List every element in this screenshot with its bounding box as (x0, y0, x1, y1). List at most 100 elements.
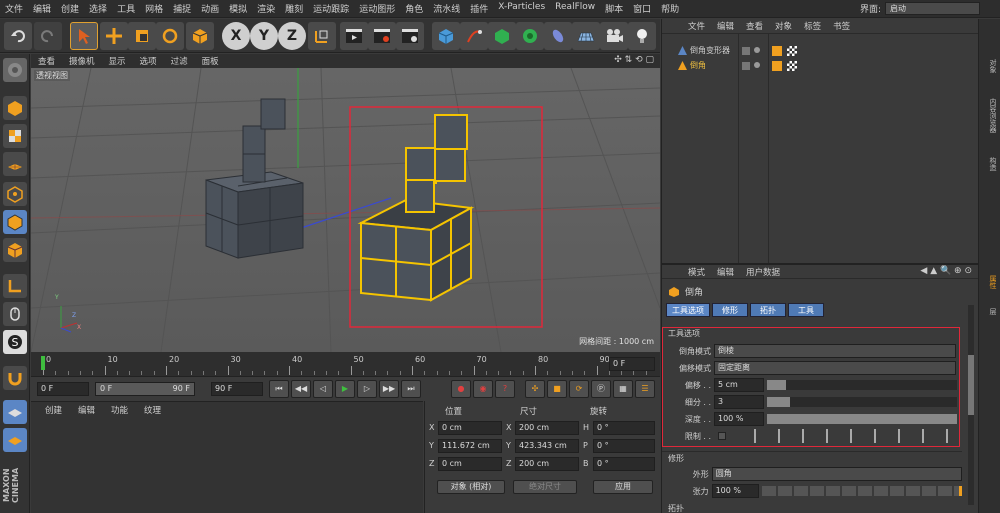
redo-icon[interactable] (34, 22, 62, 50)
tab-structure[interactable]: 构造 (982, 149, 998, 179)
menu-item[interactable]: 编辑 (28, 2, 56, 15)
menu-item[interactable]: 动画 (196, 2, 224, 15)
coord-position-field[interactable]: 0 cm (438, 457, 502, 471)
coord-mode-dropdown[interactable]: 对象 (相对) (437, 480, 505, 494)
edge-mode-icon[interactable] (3, 210, 27, 234)
tab-attributes[interactable]: 属性 (982, 267, 998, 297)
make-editable-icon[interactable] (3, 58, 27, 82)
object-menu-item[interactable]: 查看 (740, 20, 769, 32)
attribute-tab[interactable]: 修形 (712, 303, 748, 317)
cube-primitive-icon[interactable] (432, 22, 460, 50)
magnet-icon[interactable] (3, 366, 27, 390)
attribute-slider[interactable] (767, 397, 957, 407)
rotate-icon[interactable] (156, 22, 184, 50)
start-frame-field[interactable]: 0 F (37, 382, 89, 396)
object-name[interactable]: 倒角变形器 (690, 45, 730, 56)
tab-objects[interactable]: 对象 (982, 51, 998, 81)
object-name[interactable]: 倒角 (690, 60, 706, 71)
step-forward-icon[interactable]: ▷ (357, 380, 377, 398)
object-tag-checker-icon[interactable] (787, 61, 797, 71)
recent-tool-icon[interactable] (186, 22, 214, 50)
object-menu-item[interactable]: 书签 (827, 20, 856, 32)
attribute-menu-item[interactable]: 模式 (682, 266, 711, 278)
menu-item[interactable]: 渲染 (252, 2, 280, 15)
coord-position-field[interactable]: 0 cm (438, 421, 502, 435)
object-enable-checkmark[interactable] (754, 47, 760, 53)
play-icon[interactable]: ▶ (335, 380, 355, 398)
coord-size-field[interactable]: 200 cm (515, 457, 579, 471)
polygon-mode-icon[interactable] (3, 238, 27, 262)
undo-icon[interactable] (4, 22, 32, 50)
tab-content-browser[interactable]: 内容浏览器 (982, 85, 998, 145)
attribute-slider[interactable] (767, 414, 957, 424)
key-scale-icon[interactable]: ■ (547, 380, 567, 398)
spline-pen-icon[interactable] (460, 22, 488, 50)
model-mode-icon[interactable] (3, 96, 27, 120)
coord-rotation-field[interactable]: 0 ° (593, 439, 655, 453)
end-frame-field[interactable]: 90 F (211, 382, 263, 396)
object-tag-icon[interactable] (772, 61, 782, 71)
material-menu-item[interactable]: 纹理 (136, 404, 169, 416)
material-menu-item[interactable]: 功能 (103, 404, 136, 416)
coord-size-field[interactable]: 423.343 cm (515, 439, 579, 453)
limit-checkbox[interactable] (718, 432, 726, 440)
object-visibility-toggle[interactable] (742, 47, 750, 55)
menu-item[interactable]: 插件 (465, 2, 493, 15)
menu-item[interactable]: 捕捉 (168, 2, 196, 15)
menu-item[interactable]: RealFlow (550, 2, 600, 15)
move-icon[interactable] (100, 22, 128, 50)
viewport-menu-item[interactable]: 摄像机 (62, 55, 102, 67)
attribute-tab[interactable]: 工具 (788, 303, 824, 317)
prev-key-icon[interactable]: ◀◀ (291, 380, 311, 398)
object-enable-checkmark[interactable] (754, 62, 760, 68)
planar-workplane-icon[interactable] (3, 428, 27, 452)
attribute-menu-item[interactable]: 编辑 (711, 266, 740, 278)
menu-item[interactable]: 文件 (0, 2, 28, 15)
coord-rotation-field[interactable]: 0 ° (593, 457, 655, 471)
menu-item[interactable]: 流水线 (428, 2, 465, 15)
key-rotation-icon[interactable]: ⟳ (569, 380, 589, 398)
apply-button[interactable]: 应用 (593, 480, 653, 494)
cloner-icon[interactable] (516, 22, 544, 50)
menu-item[interactable]: 网格 (140, 2, 168, 15)
attribute-tab[interactable]: 拓扑 (750, 303, 786, 317)
menu-item[interactable]: X-Particles (493, 2, 550, 15)
locked-workplane-icon[interactable] (3, 400, 27, 424)
menu-item[interactable]: 脚本 (600, 2, 628, 15)
menu-item[interactable]: 雕刻 (280, 2, 308, 15)
coord-rotation-field[interactable]: 0 ° (593, 421, 655, 435)
viewport-menu-item[interactable]: 选项 (133, 55, 164, 67)
key-pla-icon[interactable]: ▦ (613, 380, 633, 398)
timeline-ruler[interactable]: 0 10 20 30 40 50 60 70 80 90 0 F (31, 352, 660, 376)
point-mode-icon[interactable] (3, 182, 27, 206)
coord-position-field[interactable]: 111.672 cm (438, 439, 502, 453)
menu-item[interactable]: 帮助 (656, 2, 684, 15)
key-parameter-icon[interactable]: Ⓟ (591, 380, 611, 398)
attribute-menu-item[interactable]: 用户数据 (740, 266, 786, 278)
size-mode-dropdown[interactable]: 绝对尺寸 (513, 480, 577, 494)
texture-mode-icon[interactable] (3, 124, 27, 148)
attribute-slider[interactable] (767, 380, 957, 390)
object-menu-item[interactable]: 标签 (798, 20, 827, 32)
object-visibility-toggle[interactable] (742, 62, 750, 70)
material-menu-item[interactable]: 编辑 (70, 404, 103, 416)
object-tag-checker-icon[interactable] (787, 46, 797, 56)
menu-item[interactable]: 选择 (84, 2, 112, 15)
tweak-mode-icon[interactable] (3, 302, 27, 326)
frame-range-slider[interactable]: 0 F 90 F (95, 382, 195, 396)
attribute-value-field[interactable]: 3 (714, 395, 764, 409)
attribute-scrollbar[interactable] (968, 305, 974, 505)
menu-item[interactable]: 模拟 (224, 2, 252, 15)
object-tag-icon[interactable] (772, 46, 782, 56)
material-menu-item[interactable]: 创建 (37, 404, 70, 416)
key-position-icon[interactable]: ✣ (525, 380, 545, 398)
render-view-icon[interactable] (340, 22, 368, 50)
render-settings-icon[interactable] (396, 22, 424, 50)
menu-item[interactable]: 工具 (112, 2, 140, 15)
object-row[interactable]: 倒角 (662, 59, 979, 73)
attribute-dropdown[interactable]: 倒棱 (714, 344, 956, 358)
coord-size-field[interactable]: 200 cm (515, 421, 579, 435)
floor-grid-icon[interactable] (572, 22, 600, 50)
coordinate-system-icon[interactable] (308, 22, 336, 50)
object-menu-item[interactable]: 对象 (769, 20, 798, 32)
